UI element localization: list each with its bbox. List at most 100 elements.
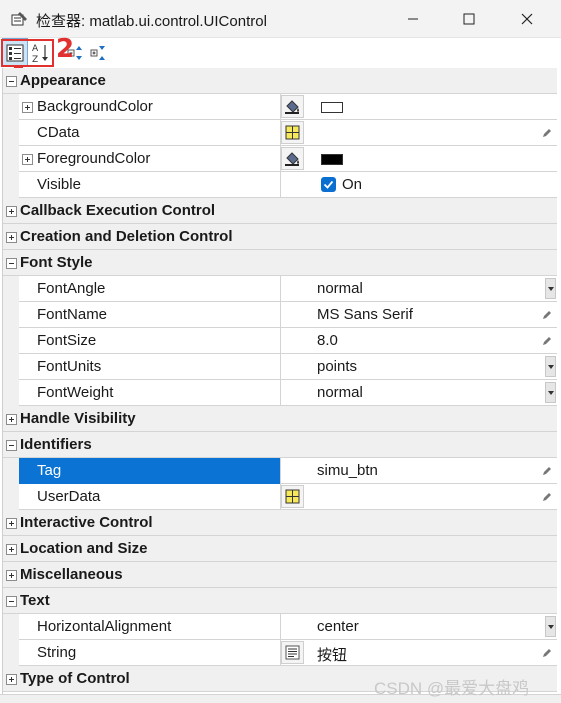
maximize-button[interactable] <box>446 0 492 38</box>
expand-icon[interactable] <box>6 674 17 685</box>
collapse-icon[interactable] <box>6 440 17 451</box>
property-row-fontweight[interactable]: FontWeight normal <box>3 380 557 406</box>
paint-bucket-icon <box>285 152 299 166</box>
close-icon <box>521 13 533 25</box>
collapse-all-icon <box>90 45 105 60</box>
property-row-tag[interactable]: Tag simu_btn <box>3 458 557 484</box>
minimize-button[interactable] <box>390 0 436 38</box>
sort-alphabetically-button[interactable]: A Z <box>28 38 54 67</box>
checkbox-label: On <box>342 176 363 193</box>
checkmark-icon <box>323 180 334 189</box>
category-text[interactable]: Text <box>3 588 557 614</box>
chevron-down-icon <box>548 365 554 369</box>
collapse-icon[interactable] <box>6 258 17 269</box>
property-row-visible[interactable]: Visible On <box>3 172 557 198</box>
property-row-fontunits[interactable]: FontUnits points <box>3 354 557 380</box>
property-row-backgroundcolor[interactable]: BackgroundColor <box>3 94 557 120</box>
property-name: FontWeight <box>37 384 114 401</box>
grid-icon <box>285 489 300 504</box>
category-label: Interactive Control <box>20 514 153 531</box>
edit-pencil-icon[interactable] <box>541 465 553 477</box>
dropdown-button[interactable] <box>545 616 556 637</box>
category-location-and-size[interactable]: Location and Size <box>3 536 557 562</box>
category-font-style[interactable]: Font Style <box>3 250 557 276</box>
property-value[interactable]: normal <box>317 280 363 297</box>
category-label: Handle Visibility <box>20 410 136 427</box>
property-name: FontUnits <box>37 358 102 375</box>
property-value[interactable]: MS Sans Serif <box>317 306 413 323</box>
category-identifiers[interactable]: Identifiers <box>3 432 557 458</box>
text-editor-button[interactable] <box>281 641 304 664</box>
category-callback-execution-control[interactable]: Callback Execution Control <box>3 198 557 224</box>
inspector-toolbar: A Z <box>0 38 561 67</box>
color-picker-button[interactable] <box>281 147 304 170</box>
property-row-cdata[interactable]: CData <box>3 120 557 146</box>
property-row-fontname[interactable]: FontName MS Sans Serif <box>3 302 557 328</box>
color-swatch <box>321 154 343 165</box>
category-creation-deletion-control[interactable]: Creation and Deletion Control <box>3 224 557 250</box>
expand-icon[interactable] <box>6 518 17 529</box>
property-row-fontsize[interactable]: FontSize 8.0 <box>3 328 557 354</box>
close-button[interactable] <box>504 0 550 38</box>
property-row-userdata[interactable]: UserData <box>3 484 557 510</box>
svg-text:Z: Z <box>32 55 38 64</box>
dropdown-button[interactable] <box>545 356 556 377</box>
svg-text:A: A <box>32 44 39 54</box>
expand-icon[interactable] <box>22 154 33 165</box>
property-name: UserData <box>37 488 101 505</box>
category-label: Appearance <box>20 72 106 89</box>
edit-pencil-icon[interactable] <box>541 491 553 503</box>
property-value[interactable]: center <box>317 618 359 635</box>
color-swatch <box>321 102 343 113</box>
category-appearance[interactable]: Appearance <box>3 68 557 94</box>
category-miscellaneous[interactable]: Miscellaneous <box>3 562 557 588</box>
collapse-all-button[interactable] <box>86 38 112 67</box>
property-value[interactable]: simu_btn <box>317 462 378 479</box>
category-interactive-control[interactable]: Interactive Control <box>3 510 557 536</box>
array-editor-button[interactable] <box>281 485 304 508</box>
watermark: CSDN @最爱大盘鸡 <box>374 679 530 698</box>
color-picker-button[interactable] <box>281 95 304 118</box>
collapse-icon[interactable] <box>6 596 17 607</box>
array-editor-button[interactable] <box>281 121 304 144</box>
property-value[interactable]: points <box>317 358 357 375</box>
grid-icon <box>285 125 300 140</box>
edit-pencil-icon[interactable] <box>541 309 553 321</box>
dropdown-button[interactable] <box>545 382 556 403</box>
chevron-down-icon <box>548 287 554 291</box>
property-name: Visible <box>37 176 81 193</box>
visible-checkbox[interactable] <box>321 177 336 192</box>
expand-icon[interactable] <box>6 414 17 425</box>
title-bar: 检查器: matlab.ui.control.UIControl <box>0 0 561 38</box>
chevron-down-icon <box>548 625 554 629</box>
edit-pencil-icon[interactable] <box>541 335 553 347</box>
property-value[interactable]: normal <box>317 384 363 401</box>
categorized-view-icon <box>6 44 24 61</box>
chevron-down-icon <box>548 391 554 395</box>
collapse-icon[interactable] <box>6 76 17 87</box>
expand-icon[interactable] <box>6 232 17 243</box>
property-value[interactable]: 8.0 <box>317 332 338 349</box>
expand-icon[interactable] <box>22 102 33 113</box>
property-name: CData <box>37 124 80 141</box>
property-row-foregroundcolor[interactable]: ForegroundColor <box>3 146 557 172</box>
selected-name-cell[interactable]: Tag <box>19 458 280 484</box>
property-name: HorizontalAlignment <box>37 618 172 635</box>
property-row-horizontalalignment[interactable]: HorizontalAlignment center <box>3 614 557 640</box>
expand-icon[interactable] <box>6 570 17 581</box>
expand-icon[interactable] <box>6 544 17 555</box>
expand-icon[interactable] <box>6 206 17 217</box>
property-row-fontangle[interactable]: FontAngle normal <box>3 276 557 302</box>
edit-pencil-icon[interactable] <box>541 127 553 139</box>
property-row-string[interactable]: String 按钮 <box>3 640 557 666</box>
category-label: Identifiers <box>20 436 92 453</box>
category-handle-visibility[interactable]: Handle Visibility <box>3 406 557 432</box>
property-value[interactable]: 按钮 <box>317 644 347 665</box>
category-label: Miscellaneous <box>20 566 123 583</box>
property-name: BackgroundColor <box>37 98 153 115</box>
dropdown-button[interactable] <box>545 278 556 299</box>
maximize-icon <box>463 13 475 25</box>
edit-pencil-icon[interactable] <box>541 647 553 659</box>
property-name: String <box>37 644 77 661</box>
category-label: Font Style <box>20 254 93 271</box>
